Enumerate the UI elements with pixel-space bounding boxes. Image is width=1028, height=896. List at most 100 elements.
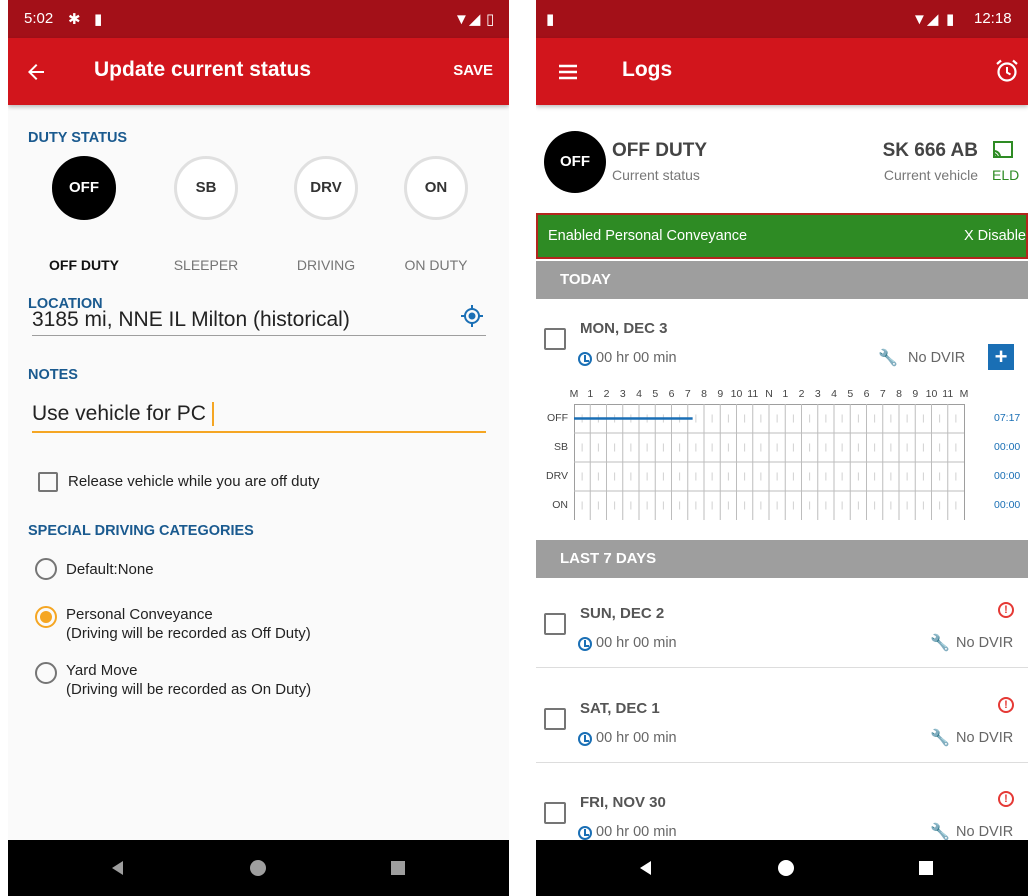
wrench-icon: 🔧: [878, 350, 898, 367]
hour-label: 1: [587, 388, 594, 400]
page-title: Logs: [622, 58, 673, 81]
clock-icon: [578, 826, 592, 840]
hour-label: 8: [701, 388, 707, 400]
recents-nav-icon[interactable]: [388, 858, 408, 878]
duty-off-label: OFF DUTY: [49, 257, 119, 273]
today-dvir: No DVIR: [908, 350, 966, 366]
alert-icon: !: [998, 697, 1014, 713]
back-arrow-icon[interactable]: [24, 60, 48, 84]
special-category-label: Default:None: [66, 561, 154, 578]
hour-label: 3: [619, 388, 626, 400]
hour-label: 5: [652, 388, 659, 400]
notes-value: Use vehicle for PC: [32, 402, 206, 425]
last7-header: LAST 7 DAYS: [536, 540, 1028, 578]
today-heading: TODAY: [560, 271, 611, 288]
day-checkbox[interactable]: [544, 708, 566, 730]
sd-card-icon: ▮: [546, 11, 555, 28]
recents-nav-icon[interactable]: [916, 858, 936, 878]
row-label: OFF: [547, 412, 568, 424]
special-category-radio[interactable]: [35, 558, 57, 580]
current-vehicle-caption: Current vehicle: [883, 167, 978, 183]
add-dvir-button[interactable]: +: [988, 344, 1014, 370]
hour-label: 5: [847, 388, 854, 400]
today-duration: 00 hr 00 min: [596, 350, 677, 366]
current-status-text: OFF DUTY: [612, 140, 707, 161]
page-title: Update current status: [94, 58, 312, 81]
status-time: 12:18: [974, 10, 1012, 27]
back-nav-icon[interactable]: [636, 858, 656, 878]
row-label: SB: [553, 441, 568, 453]
wifi-signal-icon: ▼◢: [454, 11, 481, 28]
clock-icon: [578, 352, 592, 366]
toolbar: Logs: [536, 38, 1028, 105]
day-checkbox[interactable]: [544, 613, 566, 635]
row-label: DRV: [546, 470, 568, 482]
hour-label: 11: [747, 388, 759, 400]
duty-on-button[interactable]: ON: [404, 156, 468, 220]
hour-label: N: [765, 388, 773, 400]
special-category-radio[interactable]: [35, 606, 57, 628]
special-category-label: Yard Move (Driving will be recorded as On…: [66, 662, 312, 698]
day-dvir: No DVIR: [956, 824, 1014, 840]
location-value: 3185 mi, NNE IL Milton (historical): [32, 308, 350, 331]
alarm-clock-icon[interactable]: [994, 58, 1020, 84]
current-status-badge: OFF: [544, 131, 606, 193]
row-total: 00:00: [994, 470, 1021, 482]
day-title: SAT, DEC 1: [580, 700, 660, 717]
status-bar: 5:02 ✱ ▮ ▼◢ ▯: [8, 0, 509, 38]
location-input[interactable]: 3185 mi, NNE IL Milton (historical): [32, 306, 486, 336]
save-button[interactable]: SAVE: [453, 62, 493, 79]
disable-button[interactable]: X Disable: [964, 228, 1026, 244]
menu-icon[interactable]: [556, 60, 580, 84]
release-vehicle-checkbox[interactable]: [38, 472, 58, 492]
hour-label: 7: [879, 388, 886, 400]
divider: [536, 762, 1028, 763]
divider: [536, 667, 1028, 668]
row-total: 00:00: [994, 441, 1021, 453]
eld-label: ELD: [992, 167, 1020, 183]
hour-label: M: [569, 388, 579, 400]
duty-sb-button[interactable]: SB: [174, 156, 238, 220]
text-cursor: [212, 402, 214, 426]
my-location-icon[interactable]: [460, 304, 484, 328]
home-nav-icon[interactable]: [776, 858, 796, 878]
current-status-caption: Current status: [612, 167, 700, 183]
duty-off-button[interactable]: OFF: [52, 156, 116, 220]
battery-icon: ▯: [486, 11, 495, 28]
hour-label: M: [959, 388, 969, 400]
special-category-radio[interactable]: [35, 662, 57, 684]
hour-label: 3: [814, 388, 821, 400]
day-dvir: No DVIR: [956, 635, 1014, 651]
row-label: ON: [552, 499, 568, 511]
wrench-icon: 🔧: [930, 635, 950, 652]
row-total: 00:00: [994, 499, 1021, 511]
last7-heading: LAST 7 DAYS: [560, 550, 657, 567]
notes-input[interactable]: Use vehicle for PC: [32, 400, 486, 433]
day-checkbox[interactable]: [544, 802, 566, 824]
release-vehicle-label: Release vehicle while you are off duty: [68, 473, 320, 490]
duty-drv-label: DRIVING: [296, 257, 356, 273]
cast-icon[interactable]: [992, 140, 1014, 160]
special-category-label: Personal Conveyance (Driving will be reco…: [66, 606, 311, 642]
day-title: SUN, DEC 2: [580, 605, 665, 622]
hour-label: 6: [863, 388, 870, 400]
log-graph: [574, 404, 965, 520]
hour-label: 4: [636, 388, 642, 400]
hour-label: 6: [668, 388, 675, 400]
clock-icon: [578, 637, 592, 651]
logs-screen: ▮ ▼◢ ▮ 12:18 Logs OFF OFF DUTY Current s…: [536, 0, 1028, 896]
home-nav-icon[interactable]: [248, 858, 268, 878]
today-header: TODAY: [536, 261, 1028, 299]
hour-label: 7: [684, 388, 691, 400]
duty-drv-button[interactable]: DRV: [294, 156, 358, 220]
clock-icon: [578, 732, 592, 746]
special-categories-heading: SPECIAL DRIVING CATEGORIES: [28, 523, 254, 539]
today-checkbox[interactable]: [544, 328, 566, 350]
settings-notification-icon: ✱: [68, 11, 81, 28]
personal-conveyance-banner: Enabled Personal Conveyance X Disable: [536, 213, 1028, 259]
today-day: MON, DEC 3: [580, 320, 668, 337]
status-time: 5:02: [24, 10, 54, 27]
hour-label: 10: [730, 388, 743, 400]
nav-bar: [536, 840, 1028, 896]
back-nav-icon[interactable]: [108, 858, 128, 878]
